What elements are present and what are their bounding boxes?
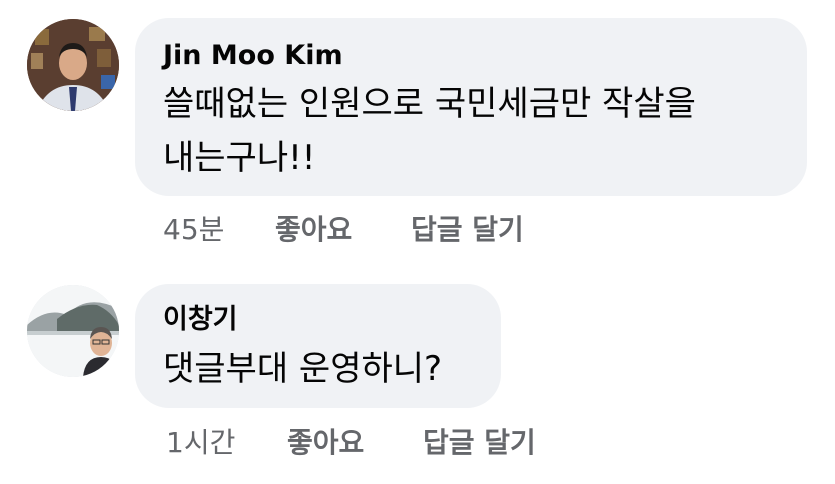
comment-text-line-1: 댓글부대 운영하니?	[163, 349, 443, 389]
profile-photo-icon	[27, 19, 119, 111]
reply-button[interactable]: 답글 달기	[423, 426, 536, 460]
avatar[interactable]	[27, 19, 119, 111]
profile-photo-icon	[27, 285, 119, 377]
avatar[interactable]	[27, 285, 119, 377]
comment-timestamp[interactable]: 45분	[163, 213, 224, 247]
like-button[interactable]: 좋아요	[287, 426, 364, 460]
comment-text-line-1: 쓸때없는 인원으로 국민세금만 작살을	[163, 84, 696, 124]
comment-author[interactable]: Jin Moo Kim	[163, 40, 343, 72]
comment-actions: 1시간 좋아요 답글 달기	[0, 426, 835, 460]
comment-author[interactable]: 이창기	[163, 304, 238, 336]
comment-text-line-2: 내는구나!!	[163, 138, 316, 178]
reply-button[interactable]: 답글 달기	[411, 213, 524, 247]
comment-actions: 45분 좋아요 답글 달기	[0, 213, 835, 247]
like-button[interactable]: 좋아요	[275, 213, 352, 247]
comment-timestamp[interactable]: 1시간	[166, 426, 235, 460]
